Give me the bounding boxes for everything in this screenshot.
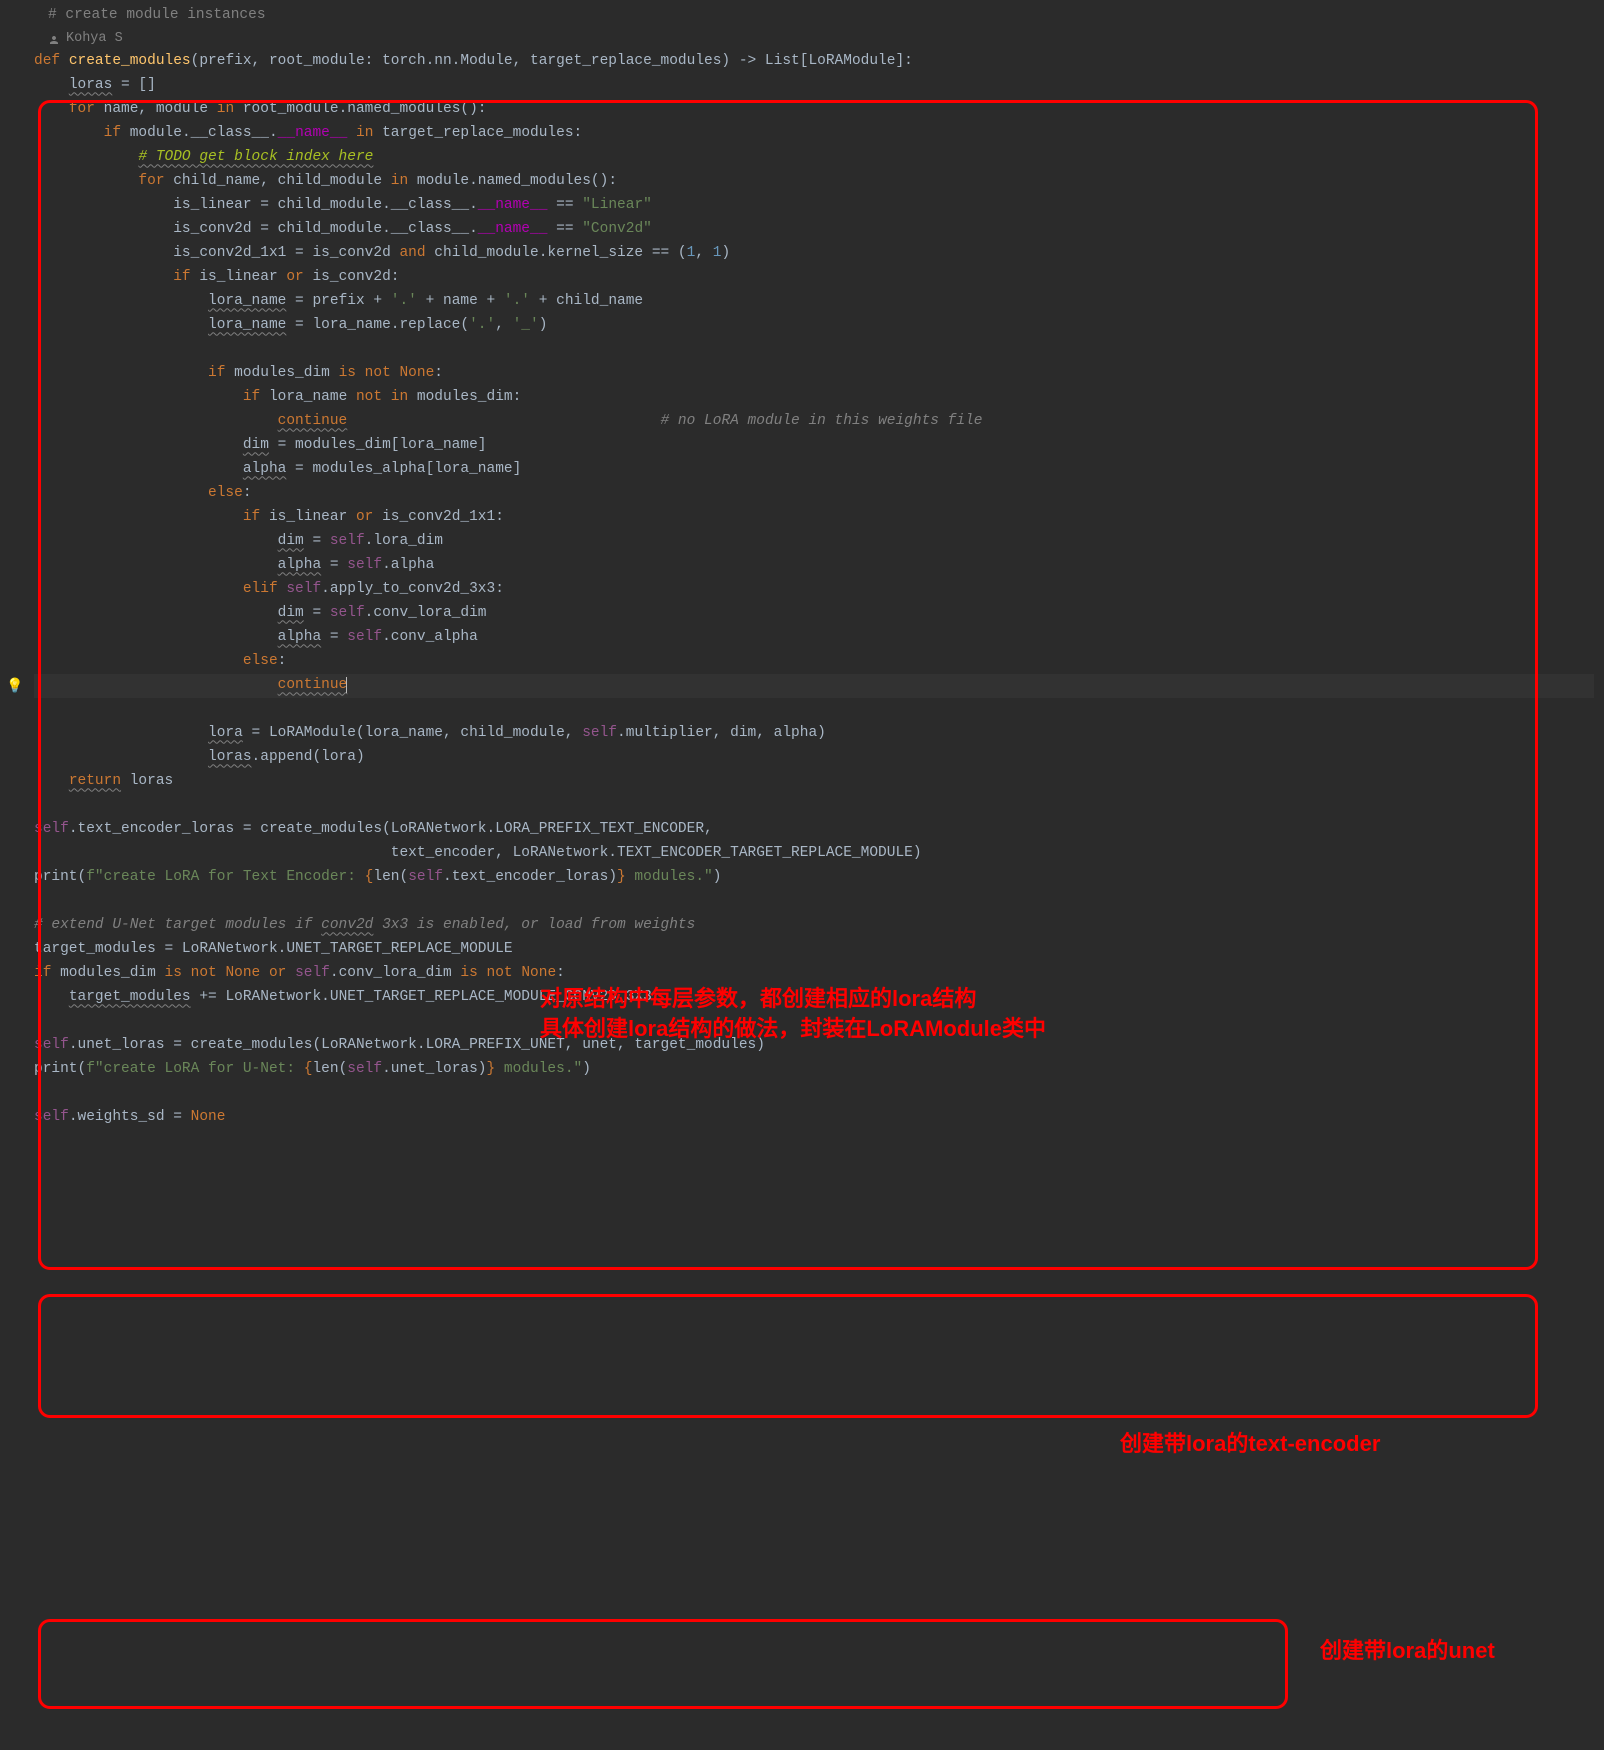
code-line[interactable]: # extend U-Net target modules if conv2d …	[34, 914, 1594, 938]
code-line[interactable]: alpha = self.conv_alpha	[34, 626, 1594, 650]
code-line[interactable]	[34, 794, 1594, 818]
code-line[interactable]: self.text_encoder_loras = create_modules…	[34, 818, 1594, 842]
code-line[interactable]: else:	[34, 650, 1594, 674]
code-line[interactable]: alpha = modules_alpha[lora_name]	[34, 458, 1594, 482]
code-line[interactable]: self.unet_loras = create_modules(LoRANet…	[34, 1034, 1594, 1058]
code-line[interactable]: target_modules = LoRANetwork.UNET_TARGET…	[34, 938, 1594, 962]
author-name: Kohya S	[66, 28, 123, 50]
code-line[interactable]	[34, 890, 1594, 914]
code-line[interactable]: else:	[34, 482, 1594, 506]
annotation-box-2	[38, 1294, 1538, 1418]
code-line[interactable]: print(f"create LoRA for Text Encoder: {l…	[34, 866, 1594, 890]
code-line[interactable]: print(f"create LoRA for U-Net: {len(self…	[34, 1058, 1594, 1082]
code-line-cursor[interactable]: 💡 continue	[34, 674, 1594, 698]
code-line[interactable]: loras.append(lora)	[34, 746, 1594, 770]
bulb-icon[interactable]: 💡	[6, 676, 23, 699]
code-line[interactable]: if module.__class__.__name__ in target_r…	[34, 122, 1594, 146]
code-line[interactable]: elif self.apply_to_conv2d_3x3:	[34, 578, 1594, 602]
annotation-text-3: 创建带lora的unet	[1320, 1636, 1495, 1666]
code-line[interactable]: if lora_name not in modules_dim:	[34, 386, 1594, 410]
code-line[interactable]: if is_linear or is_conv2d:	[34, 266, 1594, 290]
code-line[interactable]: dim = modules_dim[lora_name]	[34, 434, 1594, 458]
code-line[interactable]: lora = LoRAModule(lora_name, child_modul…	[34, 722, 1594, 746]
code-line[interactable]: alpha = self.alpha	[34, 554, 1594, 578]
code-line[interactable]: self.weights_sd = None	[34, 1106, 1594, 1130]
author-line: Kohya S	[34, 28, 1594, 50]
code-line[interactable]: continue # no LoRA module in this weight…	[34, 410, 1594, 434]
code-line[interactable]	[34, 1082, 1594, 1106]
code-line[interactable]	[34, 698, 1594, 722]
person-icon	[48, 33, 60, 45]
code-line[interactable]: for name, module in root_module.named_mo…	[34, 98, 1594, 122]
code-line[interactable]: dim = self.lora_dim	[34, 530, 1594, 554]
code-line[interactable]: if is_linear or is_conv2d_1x1:	[34, 506, 1594, 530]
code-line[interactable]: return loras	[34, 770, 1594, 794]
annotation-text-2: 创建带lora的text-encoder	[1120, 1429, 1380, 1459]
code-line[interactable]: def create_modules(prefix, root_module: …	[34, 50, 1594, 74]
code-line[interactable]	[34, 1010, 1594, 1034]
code-line[interactable]: if modules_dim is not None:	[34, 362, 1594, 386]
code-line[interactable]: text_encoder, LoRANetwork.TEXT_ENCODER_T…	[34, 842, 1594, 866]
code-line[interactable]: for child_name, child_module in module.n…	[34, 170, 1594, 194]
code-line[interactable]: lora_name = prefix + '.' + name + '.' + …	[34, 290, 1594, 314]
code-line[interactable]: lora_name = lora_name.replace('.', '_')	[34, 314, 1594, 338]
code-line[interactable]: target_modules += LoRANetwork.UNET_TARGE…	[34, 986, 1594, 1010]
code-line[interactable]: is_linear = child_module.__class__.__nam…	[34, 194, 1594, 218]
code-line[interactable]	[34, 338, 1594, 362]
code-line[interactable]: loras = []	[34, 74, 1594, 98]
section-comment: # create module instances	[34, 4, 1594, 28]
code-line[interactable]: is_conv2d = child_module.__class__.__nam…	[34, 218, 1594, 242]
code-line[interactable]: is_conv2d_1x1 = is_conv2d and child_modu…	[34, 242, 1594, 266]
code-editor[interactable]: # create module instances Kohya S def cr…	[0, 4, 1604, 1130]
annotation-box-3	[38, 1619, 1288, 1709]
code-line[interactable]: # TODO get block index here	[34, 146, 1594, 170]
code-line[interactable]: if modules_dim is not None or self.conv_…	[34, 962, 1594, 986]
code-line[interactable]: dim = self.conv_lora_dim	[34, 602, 1594, 626]
